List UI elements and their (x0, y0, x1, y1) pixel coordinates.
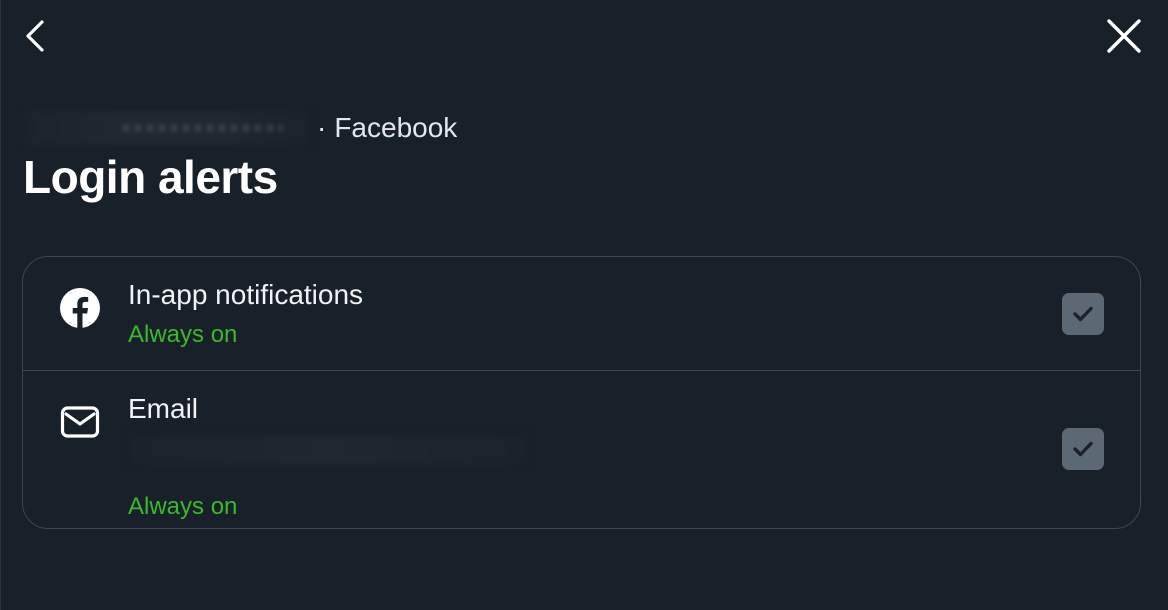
breadcrumb-separator: · (317, 112, 327, 143)
option-status: Always on (128, 321, 238, 348)
option-label: Email (128, 393, 199, 424)
close-icon (1107, 19, 1141, 53)
option-status: Always on (128, 493, 238, 520)
alerts-options-card: In-app notifications Always on Email Alw… (22, 256, 1141, 529)
redacted-email-address (128, 435, 528, 465)
back-button[interactable] (13, 12, 61, 60)
page-title: Login alerts (23, 151, 278, 203)
chevron-left-icon (26, 20, 44, 52)
checkbox-checked[interactable] (1062, 293, 1104, 335)
close-button[interactable] (1100, 12, 1148, 60)
login-alerts-page: · Facebook Login alerts In-app notificat… (0, 0, 1168, 610)
checkbox-checked[interactable] (1062, 428, 1104, 470)
platform-name: Facebook (334, 112, 458, 143)
checkmark-icon (1073, 441, 1093, 457)
redacted-account-name (23, 111, 311, 145)
mail-icon (59, 401, 101, 443)
option-email[interactable]: Email Always on (23, 371, 1140, 528)
account-breadcrumb: · Facebook (23, 110, 457, 146)
option-in-app-notifications[interactable]: In-app notifications Always on (23, 257, 1140, 371)
option-label: In-app notifications (128, 279, 364, 310)
facebook-icon (59, 287, 101, 329)
checkmark-icon (1073, 306, 1093, 322)
